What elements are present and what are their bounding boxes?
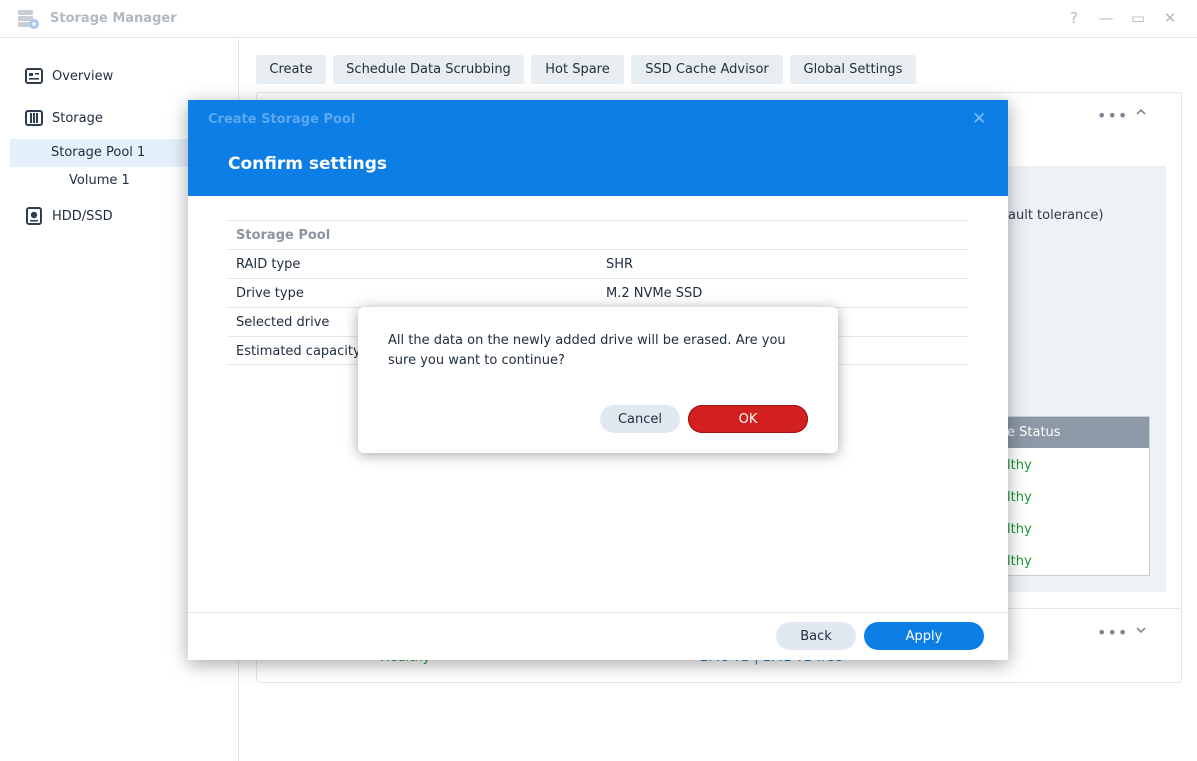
sidebar-item-hdd-ssd[interactable]: HDD/SSD: [25, 207, 113, 225]
table-row: lthy: [1007, 522, 1032, 537]
table-row: lthy: [1007, 458, 1032, 473]
close-icon[interactable]: ✕: [1160, 9, 1180, 27]
row-value: M.2 NVMe SSD: [606, 286, 703, 301]
row-key: Estimated capacity: [236, 344, 361, 359]
sidebar-item-overview[interactable]: Overview: [25, 67, 113, 85]
footer-divider: [188, 612, 1008, 613]
sidebar-item-storage-pool-1[interactable]: Storage Pool 1: [51, 145, 145, 160]
table-row: lthy: [1007, 554, 1032, 569]
sidebar-item-label: Volume 1: [69, 173, 130, 188]
table-row: RAID type SHR: [228, 249, 968, 278]
confirmation-message: All the data on the newly added drive wi…: [388, 333, 786, 368]
table-row: lthy: [1007, 490, 1032, 505]
divider: [1008, 608, 1182, 609]
settings-table-header: Storage Pool: [228, 220, 968, 249]
create-button[interactable]: Create: [256, 55, 326, 84]
ssd-cache-advisor-button[interactable]: SSD Cache Advisor: [631, 55, 783, 84]
chevron-up-icon[interactable]: [1135, 106, 1147, 122]
dialog-title: Confirm settings: [228, 154, 387, 174]
overview-icon: [25, 68, 43, 84]
cancel-button[interactable]: Cancel: [600, 405, 680, 433]
storage-icon: [25, 110, 43, 126]
storage-manager-app-icon: [18, 10, 39, 29]
apply-button[interactable]: Apply: [864, 622, 984, 650]
row-key: Drive type: [236, 286, 304, 301]
chevron-down-icon[interactable]: [1135, 624, 1147, 640]
row-key: Selected drive: [236, 315, 330, 330]
maximize-icon[interactable]: ▭: [1128, 9, 1148, 27]
dialog-subtitle: Create Storage Pool: [208, 112, 356, 127]
back-button[interactable]: Back: [776, 622, 856, 650]
sidebar-item-volume-1[interactable]: Volume 1: [69, 173, 130, 188]
sidebar-item-label: Storage: [52, 110, 103, 126]
global-settings-button[interactable]: Global Settings: [790, 55, 916, 84]
table-row: Drive type M.2 NVMe SSD: [228, 278, 968, 307]
dialog-header: Create Storage Pool ✕ Confirm settings: [188, 100, 1008, 196]
table-header: e Status: [991, 417, 1149, 448]
hot-spare-button[interactable]: Hot Spare: [531, 55, 624, 84]
row-key: RAID type: [236, 257, 301, 272]
sidebar-item-label: HDD/SSD: [52, 208, 113, 224]
sidebar-item-label: Storage Pool 1: [51, 145, 146, 160]
close-icon[interactable]: ✕: [972, 109, 986, 129]
title-bar: Storage Manager ? — ▭ ✕: [0, 0, 1197, 38]
more-options-icon[interactable]: •••: [1097, 623, 1128, 642]
drive-status-table: e Status lthy lthy lthy lthy: [990, 416, 1150, 576]
minimize-icon[interactable]: —: [1096, 9, 1116, 27]
sidebar-item-storage[interactable]: Storage: [25, 109, 103, 127]
sidebar-item-label: Overview: [52, 68, 114, 84]
more-options-icon[interactable]: •••: [1097, 106, 1128, 125]
help-icon[interactable]: ?: [1064, 9, 1084, 27]
fault-tolerance-text: ault tolerance): [1008, 208, 1104, 223]
erase-confirmation-dialog: All the data on the newly added drive wi…: [358, 307, 838, 453]
table-header-label: Storage Pool: [236, 228, 331, 243]
schedule-data-scrubbing-button[interactable]: Schedule Data Scrubbing: [333, 55, 524, 84]
hdd-icon: [26, 207, 42, 225]
app-title: Storage Manager: [50, 11, 177, 26]
row-value: SHR: [606, 257, 634, 272]
ok-button[interactable]: OK: [688, 405, 808, 433]
